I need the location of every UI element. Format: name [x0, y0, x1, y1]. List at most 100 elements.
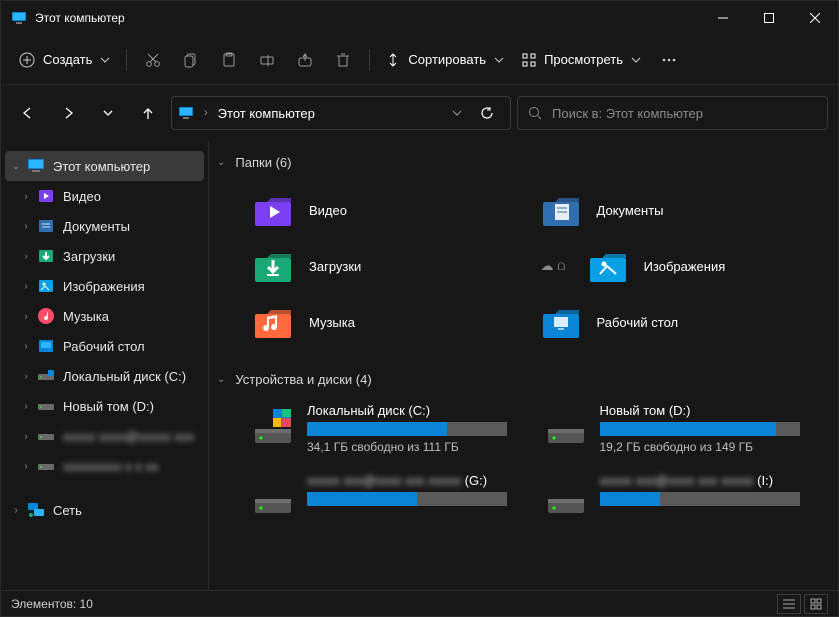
chevron-right-icon[interactable]: ›	[15, 341, 37, 352]
sidebar-item-label: Новый том (D:)	[63, 399, 154, 414]
titlebar[interactable]: Этот компьютер	[1, 1, 838, 35]
breadcrumb-root[interactable]: Этот компьютер	[218, 106, 315, 121]
sidebar-item[interactable]: ›Изображения	[5, 271, 204, 301]
search-placeholder: Поиск в: Этот компьютер	[552, 106, 703, 121]
folder-item[interactable]: Рабочий стол	[537, 294, 825, 350]
refresh-button[interactable]	[470, 96, 504, 130]
sidebar-item[interactable]: › Документы	[5, 211, 204, 241]
drive-name: Локальный диск (C:)	[307, 403, 528, 418]
drive-icon	[37, 427, 55, 445]
sidebar-item-label: Документы	[63, 219, 130, 234]
group-header-drives[interactable]: ⌄ Устройства и диски (4)	[209, 368, 834, 391]
usage-bar	[307, 422, 507, 436]
folder-icon	[541, 192, 581, 228]
chevron-down-icon[interactable]: ⌄	[5, 161, 27, 172]
close-button[interactable]	[792, 1, 838, 35]
folder-item[interactable]: Документы	[537, 182, 825, 238]
recent-button[interactable]	[91, 96, 125, 130]
folder-item[interactable]: Видео	[249, 182, 537, 238]
search-icon	[528, 106, 542, 120]
chevron-down-icon: ⌄	[217, 374, 225, 385]
sidebar-item[interactable]: › Новый том (D:)	[5, 391, 204, 421]
sidebar-item[interactable]: ›Рабочий стол	[5, 331, 204, 361]
folder-label: Изображения	[644, 259, 726, 274]
window-title: Этот компьютер	[35, 11, 125, 25]
drive-free: 19,2 ГБ свободно из 149 ГБ	[600, 440, 821, 454]
back-button[interactable]	[11, 96, 45, 130]
folder-item[interactable]: ☁ ⩍ Изображения	[537, 238, 825, 294]
this-pc-icon	[11, 10, 27, 26]
chevron-right-icon[interactable]: ›	[15, 221, 37, 232]
search-box[interactable]: Поиск в: Этот компьютер	[517, 96, 828, 130]
details-view-button[interactable]	[777, 594, 801, 614]
chevron-right-icon[interactable]: ›	[15, 281, 37, 292]
network-icon	[27, 501, 45, 519]
folder-icon	[37, 187, 55, 205]
new-label: Создать	[43, 52, 92, 67]
explorer-window: Этот компьютер Создать Сортировать Просм…	[0, 0, 839, 617]
folder-icon	[253, 304, 293, 340]
sidebar-item[interactable]: ›Видео	[5, 181, 204, 211]
maximize-button[interactable]	[746, 1, 792, 35]
delete-button[interactable]	[325, 42, 361, 78]
address-bar[interactable]: › Этот компьютер	[171, 96, 511, 130]
chevron-right-icon[interactable]: ›	[5, 505, 27, 516]
status-bar: Элементов: 10	[1, 590, 838, 616]
nav-row: › Этот компьютер Поиск в: Этот компьютер	[1, 85, 838, 141]
chevron-right-icon[interactable]: ›	[15, 371, 37, 382]
view-button[interactable]: Просмотреть	[514, 42, 649, 78]
drive-icon	[253, 477, 293, 517]
folder-item[interactable]: Загрузки	[249, 238, 537, 294]
chevron-right-icon[interactable]: ›	[15, 401, 37, 412]
usage-bar	[600, 422, 800, 436]
copy-button[interactable]	[173, 42, 209, 78]
chevron-down-icon: ⌄	[217, 157, 225, 168]
rename-icon	[259, 52, 275, 68]
sidebar-item-label: xxxxxxxxx x x xx	[63, 459, 158, 474]
paste-button[interactable]	[211, 42, 247, 78]
sidebar-item-this-pc[interactable]: ⌄ Этот компьютер	[5, 151, 204, 181]
cut-button[interactable]	[135, 42, 171, 78]
copy-icon	[183, 52, 199, 68]
chevron-right-icon[interactable]: ›	[15, 191, 37, 202]
drive-icon	[546, 407, 586, 447]
sidebar-item-network[interactable]: › Сеть	[5, 495, 204, 525]
more-button[interactable]	[651, 42, 687, 78]
drive-item[interactable]: Новый том (D:)19,2 ГБ свободно из 149 ГБ	[542, 399, 825, 463]
chevron-right-icon[interactable]: ›	[15, 311, 37, 322]
drive-icon	[546, 477, 586, 517]
folder-item[interactable]: Музыка	[249, 294, 537, 350]
new-button[interactable]: Создать	[11, 42, 118, 78]
plus-circle-icon	[19, 52, 35, 68]
chevron-down-icon[interactable]	[452, 108, 462, 118]
drive-name: xxxxx xxx@xxxx xxx xxxxx (G:)	[307, 473, 528, 488]
separator	[126, 49, 127, 71]
up-button[interactable]	[131, 96, 165, 130]
folder-icon	[37, 367, 55, 385]
sidebar-item[interactable]: ›Музыка	[5, 301, 204, 331]
sidebar-item[interactable]: › Загрузки	[5, 241, 204, 271]
share-button[interactable]	[287, 42, 323, 78]
sidebar-item-hidden[interactable]: ›xxxxxxxxx x x xx	[5, 451, 204, 481]
group-header-folders[interactable]: ⌄ Папки (6)	[209, 151, 834, 174]
minimize-button[interactable]	[700, 1, 746, 35]
sidebar-item-label: Сеть	[53, 503, 82, 518]
view-icon	[522, 53, 536, 67]
chevron-right-icon: ›	[204, 107, 208, 119]
folder-icon	[253, 248, 293, 284]
rename-button[interactable]	[249, 42, 285, 78]
forward-button[interactable]	[51, 96, 85, 130]
onedrive-shared-icon: ☁ ⩍	[541, 258, 566, 274]
drive-item[interactable]: xxxxx xxx@xxxx xxx xxxxx (I:)	[542, 469, 825, 533]
paste-icon	[221, 52, 237, 68]
chevron-right-icon[interactable]: ›	[15, 251, 37, 262]
drive-item[interactable]: Локальный диск (C:)34,1 ГБ свободно из 1…	[249, 399, 532, 463]
chevron-down-icon	[100, 55, 110, 65]
sidebar-item-label: Загрузки	[63, 249, 115, 264]
sidebar-item[interactable]: ›Локальный диск (C:)	[5, 361, 204, 391]
sort-button[interactable]: Сортировать	[378, 42, 512, 78]
tiles-view-button[interactable]	[804, 594, 828, 614]
drive-item[interactable]: xxxxx xxx@xxxx xxx xxxxx (G:)	[249, 469, 532, 533]
folder-icon	[37, 397, 55, 415]
sidebar-item-hidden[interactable]: ›xxxxx xxxx@xxxxx xxx	[5, 421, 204, 451]
